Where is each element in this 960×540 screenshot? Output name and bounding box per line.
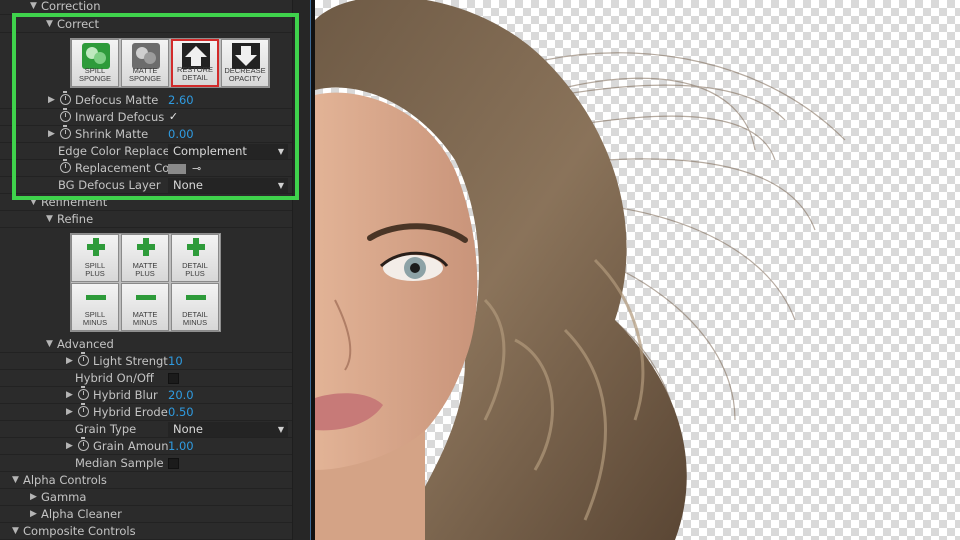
- twirl-right-icon[interactable]: ▶: [66, 387, 73, 404]
- stopwatch-icon[interactable]: [78, 386, 89, 400]
- param-grain-type[interactable]: Grain Type None ▼: [0, 421, 292, 438]
- param-hybrid-erode[interactable]: ▶ Hybrid Erode 0.50: [0, 403, 292, 421]
- plus-icon: [187, 238, 205, 256]
- chevron-down-icon: ▼: [277, 425, 284, 434]
- effect-controls-panel: ▼ Correction ▼ Correct SPILL SPONGE MATTE…: [0, 0, 310, 540]
- twirl-down-icon[interactable]: ▼: [12, 523, 19, 540]
- minus-icon: [136, 295, 156, 300]
- stopwatch-icon[interactable]: [78, 437, 89, 451]
- stopwatch-icon[interactable]: [78, 403, 89, 417]
- section-alpha-cleaner[interactable]: ▶ Alpha Cleaner: [0, 506, 292, 523]
- plus-icon: [87, 238, 105, 256]
- correct-group-highlight: [12, 13, 299, 200]
- spill-minus-button[interactable]: SPILL MINUS: [71, 283, 119, 331]
- matte-plus-button[interactable]: MATTE PLUS: [121, 234, 169, 282]
- hybrid-erode-value[interactable]: 0.50: [168, 404, 194, 421]
- twirl-right-icon[interactable]: ▶: [30, 506, 37, 523]
- median-sample-checkbox[interactable]: [168, 458, 179, 469]
- plus-icon: [137, 238, 155, 256]
- twirl-right-icon[interactable]: ▶: [66, 404, 73, 421]
- refine-button-grid: SPILL PLUS MATTE PLUS DETAIL PLUS SPILL MINU…: [70, 233, 221, 332]
- twirl-right-icon[interactable]: ▶: [66, 438, 73, 455]
- section-refine[interactable]: ▼ Refine: [0, 211, 292, 228]
- twirl-down-icon[interactable]: ▼: [12, 472, 19, 489]
- param-grain-amount[interactable]: ▶ Grain Amoun 1.00: [0, 437, 292, 455]
- section-composite-controls[interactable]: ▼ Composite Controls: [0, 523, 292, 540]
- hybrid-blur-value[interactable]: 20.0: [168, 387, 194, 404]
- param-median-sample[interactable]: Median Sample: [0, 455, 292, 472]
- minus-icon: [186, 295, 206, 300]
- twirl-down-icon[interactable]: ▼: [46, 336, 53, 353]
- section-alpha-controls[interactable]: ▼ Alpha Controls: [0, 472, 292, 489]
- twirl-right-icon[interactable]: ▶: [30, 489, 37, 506]
- twirl-down-icon[interactable]: ▼: [46, 211, 53, 228]
- hybrid-onoff-checkbox[interactable]: [168, 373, 179, 384]
- detail-minus-button[interactable]: DETAIL MINUS: [171, 283, 219, 331]
- section-advanced[interactable]: ▼ Advanced: [0, 336, 292, 353]
- param-hybrid-blur[interactable]: ▶ Hybrid Blur 20.0: [0, 386, 292, 404]
- twirl-right-icon[interactable]: ▶: [66, 353, 73, 370]
- composition-viewer[interactable]: [315, 0, 960, 540]
- minus-icon: [86, 295, 106, 300]
- spill-plus-button[interactable]: SPILL PLUS: [71, 234, 119, 282]
- param-hybrid-onoff[interactable]: Hybrid On/Off: [0, 370, 292, 387]
- stopwatch-icon[interactable]: [78, 352, 89, 366]
- grain-type-dropdown[interactable]: None ▼: [168, 422, 288, 437]
- light-strength-value[interactable]: 10: [168, 353, 183, 370]
- portrait-image: [315, 0, 846, 540]
- section-gamma[interactable]: ▶ Gamma: [0, 489, 292, 506]
- grain-amount-value[interactable]: 1.00: [168, 438, 194, 455]
- param-light-strength[interactable]: ▶ Light Strengt 10: [0, 352, 292, 370]
- detail-plus-button[interactable]: DETAIL PLUS: [171, 234, 219, 282]
- matte-minus-button[interactable]: MATTE MINUS: [121, 283, 169, 331]
